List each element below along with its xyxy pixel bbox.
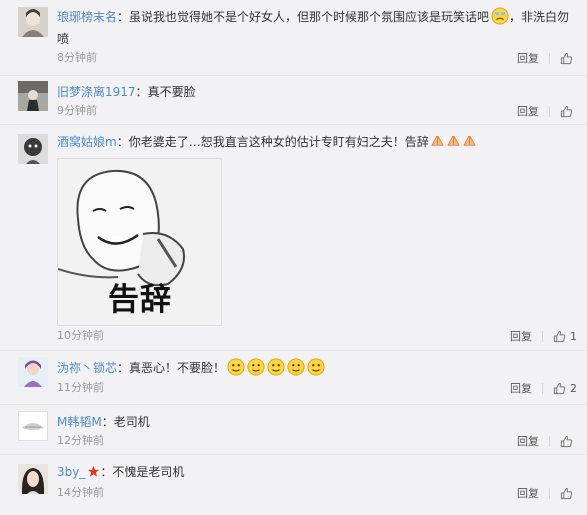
red-star-badge-icon: [88, 465, 100, 477]
comment-item: 旧梦涤离1917：真不要脸 9分钟前 回复: [0, 76, 587, 125]
avatar[interactable]: [18, 81, 48, 111]
face-emoji-icon: [491, 7, 509, 25]
comment-item: 3by_ ：不愧是老司机 14分钟前 回复: [0, 455, 587, 515]
comment-line: 琅琊榜末名：虽说我也觉得她不是个好女人，但那个时候那个氛围应该是玩笑话吧 ，非洗白…: [57, 7, 573, 27]
like-button[interactable]: 2: [553, 382, 577, 395]
face-emoji-icon: [287, 358, 305, 376]
reply-button[interactable]: 回复: [510, 328, 532, 344]
comment-list: 琅琊榜末名：虽说我也觉得她不是个好女人，但那个时候那个氛围应该是玩笑话吧 ，非洗白…: [0, 0, 587, 515]
timestamp: 14分钟前: [57, 486, 104, 499]
username-link[interactable]: 沩祢丶锁芯: [57, 361, 117, 375]
meme-image[interactable]: 告辞: [57, 158, 222, 326]
folded-hands-emoji-icon: [430, 135, 444, 146]
comment-line: 沩祢丶锁芯：真恶心！不要脸！: [57, 358, 573, 378]
timestamp: 8分钟前: [57, 51, 97, 64]
thumbs-up-icon: [553, 382, 566, 394]
divider: [542, 382, 543, 394]
comment-actions: 回复 1: [510, 328, 577, 344]
comment-line: M韩韬M：老司机: [57, 415, 150, 429]
reply-button[interactable]: 回复: [517, 103, 539, 119]
comment-text: 你老婆走了…恕我直言这种女的估计专盯有妇之夫！告辞: [128, 135, 429, 149]
username-link[interactable]: 旧梦涤离1917: [57, 85, 136, 99]
avatar[interactable]: [18, 7, 48, 37]
thumbs-up-icon: [553, 330, 566, 342]
comment-text: 真恶心！不要脸！: [129, 361, 226, 375]
comment-text-continued: 喷: [57, 32, 70, 46]
comment-item: 琅琊榜末名：虽说我也觉得她不是个好女人，但那个时候那个氛围应该是玩笑话吧 ，非洗白…: [0, 0, 587, 76]
comment-text-tail: ，非洗白勿: [509, 10, 570, 24]
meme-caption: 告辞: [108, 282, 172, 318]
like-count: 2: [570, 381, 577, 395]
divider: [549, 52, 550, 64]
timestamp: 10分钟前: [57, 329, 104, 342]
comment-item: 沩祢丶锁芯：真恶心！不要脸！ 11分钟前 回复 2: [0, 351, 587, 405]
comment-actions: 回复: [517, 433, 577, 449]
thumbs-up-icon: [560, 487, 573, 499]
username-link[interactable]: 琅琊榜末名: [57, 10, 117, 24]
username-link[interactable]: 3by_: [57, 465, 85, 479]
folded-hands-emoji-icon: [446, 135, 460, 146]
avatar[interactable]: [18, 411, 48, 441]
comment-actions: 回复 2: [510, 380, 577, 396]
comment-text: 真不要脸: [147, 85, 196, 99]
username-link[interactable]: M韩韬M: [57, 415, 102, 429]
divider: [542, 330, 543, 342]
folded-hands-emoji-icon: [462, 135, 476, 146]
avatar[interactable]: [18, 357, 48, 387]
comment-text: 虽说我也觉得她不是个好女人，但那个时候那个氛围应该是玩笑话吧: [129, 10, 490, 24]
comment-item: M韩韬M：老司机 12分钟前 回复: [0, 405, 587, 455]
like-count: 1: [570, 329, 577, 343]
comment-actions: 回复: [517, 50, 577, 66]
comment-actions: 回复: [517, 103, 577, 119]
thumbs-up-icon: [560, 105, 573, 117]
comment-line: 旧梦涤离1917：真不要脸: [57, 85, 196, 99]
divider: [549, 487, 550, 499]
comment-text: 不愧是老司机: [112, 465, 185, 479]
comment-text: 老司机: [113, 415, 150, 429]
comment-line: 3by_ ：不愧是老司机: [57, 465, 185, 479]
avatar[interactable]: [18, 134, 48, 164]
like-button[interactable]: [560, 487, 577, 500]
face-emoji-icon: [307, 358, 325, 376]
like-button[interactable]: [560, 52, 577, 65]
comment-line: 酒窝姑娘m：你老婆走了…恕我直言这种女的估计专盯有妇之夫！告辞: [57, 132, 573, 152]
like-button[interactable]: 1: [553, 330, 577, 343]
divider: [549, 435, 550, 447]
reply-button[interactable]: 回复: [517, 485, 539, 501]
timestamp: 12分钟前: [57, 434, 104, 447]
reply-button[interactable]: 回复: [517, 433, 539, 449]
reply-button[interactable]: 回复: [517, 50, 539, 66]
comment-actions: 回复: [517, 485, 577, 501]
like-button[interactable]: [560, 435, 577, 448]
thumbs-up-icon: [560, 435, 573, 447]
reply-button[interactable]: 回复: [510, 380, 532, 396]
thumbs-up-icon: [560, 52, 573, 64]
avatar[interactable]: [18, 464, 48, 494]
username-link[interactable]: 酒窝姑娘m: [57, 135, 117, 149]
like-button[interactable]: [560, 105, 577, 118]
timestamp: 11分钟前: [57, 381, 104, 394]
face-emoji-icon: [227, 358, 245, 376]
face-emoji-icon: [247, 358, 265, 376]
divider: [549, 105, 550, 117]
timestamp: 9分钟前: [57, 104, 97, 117]
face-emoji-icon: [267, 358, 285, 376]
